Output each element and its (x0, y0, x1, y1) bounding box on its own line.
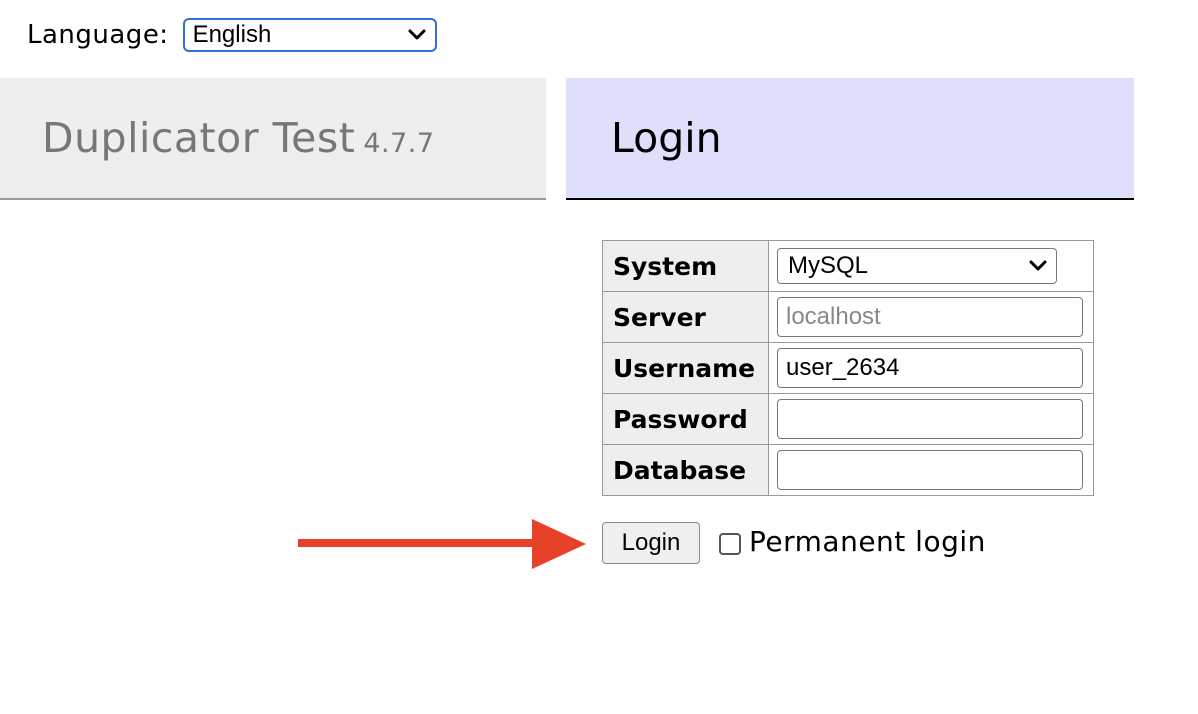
database-cell (768, 444, 1094, 496)
page-header-panel: Login (566, 78, 1134, 200)
password-input[interactable] (777, 399, 1083, 439)
chevron-down-icon (1029, 260, 1047, 271)
login-button[interactable]: Login (602, 522, 700, 564)
form-row-system: System MySQL (602, 240, 1094, 292)
app-name: Duplicator Test (42, 114, 356, 162)
form-row-username: Username (602, 342, 1094, 394)
form-row-database: Database (602, 444, 1094, 496)
database-input[interactable] (777, 450, 1083, 490)
login-form-table: System MySQL Server Username Password Da… (602, 240, 1094, 496)
language-bar: Language: English (27, 15, 437, 55)
server-label: Server (602, 291, 769, 343)
app-title: Duplicator Test 4.7.7 (42, 114, 435, 162)
permanent-login-option[interactable]: Permanent login (719, 521, 986, 561)
form-row-server: Server (602, 291, 1094, 343)
arrow-right-icon (298, 519, 586, 569)
form-row-password: Password (602, 393, 1094, 445)
password-label: Password (602, 393, 769, 445)
password-cell (768, 393, 1094, 445)
username-cell (768, 342, 1094, 394)
system-cell: MySQL (768, 240, 1094, 292)
app-header-panel: Duplicator Test 4.7.7 (0, 78, 546, 200)
permanent-login-checkbox[interactable] (719, 533, 741, 555)
chevron-down-icon (408, 29, 426, 40)
app-version: 4.7.7 (363, 128, 435, 159)
system-select[interactable]: MySQL (777, 248, 1057, 284)
system-label: System (602, 240, 769, 292)
server-input[interactable] (777, 297, 1083, 337)
language-selected-value: English (192, 21, 272, 48)
language-label: Language: (27, 20, 169, 50)
username-label: Username (602, 342, 769, 394)
page-title: Login (611, 114, 722, 162)
system-selected-value: MySQL (788, 252, 869, 279)
database-label: Database (602, 444, 769, 496)
server-cell (768, 291, 1094, 343)
language-select[interactable]: English (182, 18, 437, 52)
username-input[interactable] (777, 348, 1083, 388)
permanent-login-label: Permanent login (749, 524, 986, 558)
